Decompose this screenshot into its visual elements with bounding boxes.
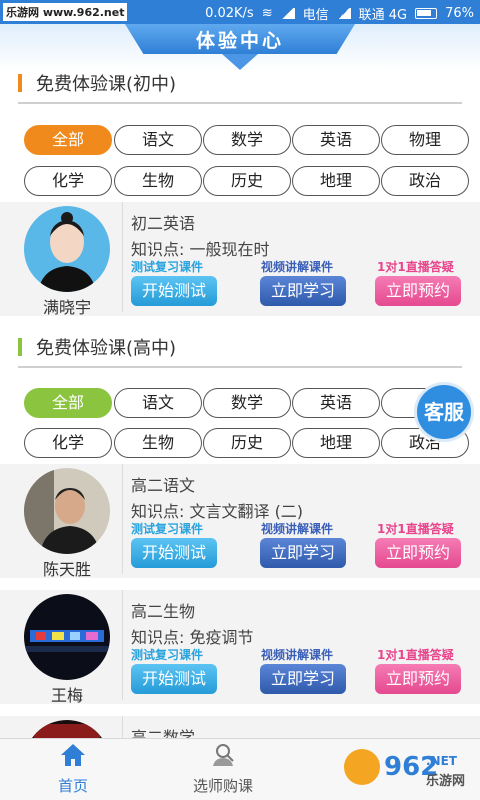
junior-filter-math[interactable]: 数学 — [203, 125, 291, 155]
senior-filter-geography[interactable]: 地理 — [292, 428, 380, 458]
card-divider — [122, 716, 123, 738]
brand-logo: 962 .NET 乐游网 — [340, 745, 474, 795]
teacher-avatar — [24, 468, 110, 554]
tag-review: 测试复习课件 — [131, 522, 204, 536]
junior-filter-physics[interactable]: 物理 — [381, 125, 469, 155]
teacher-avatar — [24, 206, 110, 292]
teacher-photo-icon — [24, 206, 110, 292]
section-title-junior: 免费体验课(初中) — [36, 74, 177, 95]
teacher-photo-icon — [24, 720, 110, 738]
teacher-name: 满晓宇 — [42, 298, 91, 317]
senior-filter-biology[interactable]: 生物 — [114, 428, 202, 458]
junior-filter-politics[interactable]: 政治 — [381, 166, 469, 196]
learn-now-button[interactable]: 立即学习 — [260, 664, 346, 694]
knowledge-point: 知识点: 一般现在时 — [131, 240, 270, 259]
status-right: 0.02K/s ≋ 电信 联通 4G 76% — [205, 4, 474, 23]
knowledge-point: 知识点: 文言文翻译 (二) — [131, 502, 304, 521]
senior-filter-english[interactable]: 英语 — [292, 388, 380, 418]
junior-filter-chinese[interactable]: 语文 — [114, 125, 202, 155]
junior-filter-history[interactable]: 历史 — [203, 166, 291, 196]
tag-live: 1对1直播答疑 — [377, 648, 454, 662]
card-divider — [122, 202, 123, 312]
book-now-button[interactable]: 立即预约 — [375, 276, 461, 306]
nav-select-teacher[interactable]: 选师购课 — [175, 743, 271, 796]
course-title: 高二语文 — [131, 476, 196, 495]
carrier2: 联通 4G — [358, 8, 408, 23]
header-arrow — [222, 54, 258, 70]
section-marker — [18, 74, 22, 92]
carrier1: 电信 — [302, 8, 329, 23]
nav-home-label: 首页 — [57, 777, 88, 795]
card-divider — [122, 464, 123, 574]
senior-filter-chinese[interactable]: 语文 — [114, 388, 202, 418]
section-title-senior: 免费体验课(高中) — [36, 338, 177, 359]
signal2-icon — [336, 8, 351, 19]
section-heading-senior: 免费体验课(高中) — [18, 334, 462, 368]
book-now-button[interactable]: 立即预约 — [375, 664, 461, 694]
teacher-avatar — [24, 594, 110, 680]
junior-filter-chemistry[interactable]: 化学 — [24, 166, 112, 196]
home-icon — [61, 744, 85, 766]
course-card[interactable]: 满晓宇 初二英语 知识点: 一般现在时 测试复习课件 视频讲解课件 1对1直播答… — [0, 202, 480, 317]
start-test-button[interactable]: 开始测试 — [131, 664, 217, 694]
tag-video: 视频讲解课件 — [261, 522, 334, 536]
brand-logo-icon: 962 .NET 乐游网 — [344, 749, 465, 789]
course-card[interactable]: 陈天胜 高二语文 知识点: 文言文翻译 (二) 测试复习课件 视频讲解课件 1对… — [0, 464, 480, 579]
page-title: 体验中心 — [195, 30, 284, 52]
junior-filter-biology[interactable]: 生物 — [114, 166, 202, 196]
tag-video: 视频讲解课件 — [261, 260, 334, 274]
junior-filter-geography[interactable]: 地理 — [292, 166, 380, 196]
brand-sub: 乐游网 — [426, 773, 465, 789]
tag-review: 测试复习课件 — [131, 260, 204, 274]
learn-now-button[interactable]: 立即学习 — [260, 276, 346, 306]
teacher-avatar — [24, 720, 110, 738]
nav-home[interactable]: 首页 — [40, 743, 106, 796]
senior-filter-math[interactable]: 数学 — [203, 388, 291, 418]
nav-teacher-label: 选师购课 — [192, 777, 253, 795]
wifi-icon: ≋ — [261, 6, 273, 21]
battery-icon — [415, 8, 438, 19]
teacher-name: 王梅 — [50, 686, 83, 705]
start-test-button[interactable]: 开始测试 — [131, 276, 217, 306]
card-divider — [122, 590, 123, 700]
senior-filter-all[interactable]: 全部 — [24, 388, 112, 418]
book-now-button[interactable]: 立即预约 — [375, 538, 461, 568]
start-test-button[interactable]: 开始测试 — [131, 538, 217, 568]
junior-filter-all[interactable]: 全部 — [24, 125, 112, 155]
header-banner: 体验中心 — [0, 24, 480, 70]
signal-icon — [280, 8, 295, 19]
learn-now-button[interactable]: 立即学习 — [260, 538, 346, 568]
senior-filter-history[interactable]: 历史 — [203, 428, 291, 458]
customer-service-button[interactable]: 客服 — [414, 382, 474, 442]
course-card[interactable]: 高二数学 — [0, 716, 480, 738]
section-marker — [18, 338, 22, 356]
knowledge-point: 知识点: 免疫调节 — [131, 628, 254, 647]
tag-live: 1对1直播答疑 — [377, 260, 454, 274]
status-bar: 乐游网 www.962.net 0.02K/s ≋ 电信 联通 4G 76% — [0, 0, 480, 24]
bottom-nav: 首页 选师购课 962 .NET 乐游网 — [0, 738, 480, 800]
battery-level: 76% — [445, 6, 474, 21]
course-title: 初二英语 — [131, 214, 196, 233]
tag-live: 1对1直播答疑 — [377, 522, 454, 536]
senior-filter-chemistry[interactable]: 化学 — [24, 428, 112, 458]
teacher-photo-icon — [24, 594, 110, 680]
tag-video: 视频讲解课件 — [261, 648, 334, 662]
watermark: 乐游网 www.962.net — [3, 3, 128, 21]
net-speed: 0.02K/s — [205, 6, 254, 21]
teacher-search-icon — [213, 744, 234, 766]
section-heading-junior: 免费体验课(初中) — [18, 70, 462, 104]
teacher-name: 陈天胜 — [42, 560, 91, 579]
junior-filter-english[interactable]: 英语 — [292, 125, 380, 155]
tag-review: 测试复习课件 — [131, 648, 204, 662]
brand-domain: .NET — [426, 754, 458, 768]
course-title: 高二数学 — [131, 728, 196, 738]
course-title: 高二生物 — [131, 602, 196, 621]
teacher-photo-icon — [24, 468, 110, 554]
course-card[interactable]: 王梅 高二生物 知识点: 免疫调节 测试复习课件 视频讲解课件 1对1直播答疑 … — [0, 590, 480, 705]
